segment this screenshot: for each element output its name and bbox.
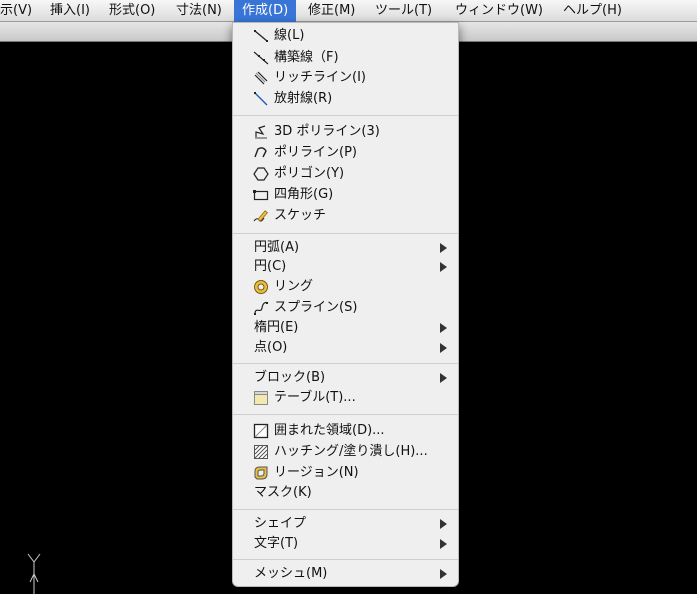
submenu-arrow-icon (440, 243, 447, 253)
construction-line-icon (253, 51, 269, 65)
menu-item-label: ポリゴン(Y) (274, 166, 345, 181)
menu-item-label: 点(O) (254, 340, 288, 355)
menu-item-polyline[interactable]: ポリライン(P) (233, 143, 458, 163)
menu-item-label: 楕円(E) (254, 320, 299, 335)
menu-item-3d-polyline[interactable]: 3D ポリライン(3) (233, 122, 458, 142)
ray-icon (254, 92, 268, 106)
menu-item-region[interactable]: リージョン(N) (233, 463, 458, 483)
menu-item-label: 四角形(G) (274, 187, 334, 202)
menu-item-circle[interactable]: 円(C) (233, 257, 458, 277)
menu-item-label: リージョン(N) (274, 465, 359, 480)
menu-tools[interactable]: ツール(T) (367, 0, 440, 22)
menu-item-label: 線(L) (274, 28, 305, 43)
menu-item-ellipse[interactable]: 楕円(E) (233, 318, 458, 338)
polygon-icon (253, 167, 269, 181)
submenu-arrow-icon (440, 569, 447, 579)
polyline-icon (254, 147, 267, 158)
menu-item-table[interactable]: テーブル(T)... (233, 388, 458, 408)
sketch-icon (253, 210, 268, 222)
menu-item-point[interactable]: 点(O) (233, 338, 458, 358)
hatch-icon (254, 445, 268, 459)
menu-item-label: ポリライン(P) (274, 145, 357, 160)
menu-item-polygon[interactable]: ポリゴン(Y) (233, 164, 458, 184)
menu-item-label: 構築線（F) (274, 50, 339, 65)
menu-item-boundary[interactable]: 囲まれた領域(D)... (233, 421, 458, 441)
menu-item-label: テーブル(T)... (274, 390, 356, 405)
menu-item-label: 文字(T) (254, 536, 299, 551)
menu-item-hatch[interactable]: ハッチング/塗り潰し(H)... (233, 442, 458, 462)
menu-dimension[interactable]: 寸法(N) (168, 0, 230, 22)
submenu-arrow-icon (440, 343, 447, 353)
menu-item-label: ブロック(B) (254, 370, 326, 385)
menu-item-donut[interactable]: リング (233, 277, 458, 297)
menu-help[interactable]: ヘルプ(H) (555, 0, 630, 22)
submenu-arrow-icon (440, 262, 447, 272)
menu-item-mesh[interactable]: メッシュ(M) (233, 564, 458, 584)
menu-item-rectangle[interactable]: 四角形(G) (233, 185, 458, 205)
submenu-arrow-icon (440, 373, 447, 383)
menu-separator (233, 414, 458, 415)
menu-format[interactable]: 形式(O) (101, 0, 163, 22)
menu-item-sketch[interactable]: スケッチ (233, 206, 458, 226)
menu-separator (233, 559, 458, 560)
draw-menu-dropdown: 線(L) 構築線（F) リッチライン(I) 放射線(R) 3D ポリライン(3)… (232, 22, 459, 587)
menu-item-ray[interactable]: 放射線(R) (233, 89, 458, 109)
menu-window[interactable]: ウィンドウ(W) (447, 0, 551, 22)
menu-item-construction-line[interactable]: 構築線（F) (233, 48, 458, 68)
rectangle-icon (253, 190, 269, 201)
submenu-arrow-icon (440, 519, 447, 529)
menu-separator (233, 509, 458, 510)
menu-modify[interactable]: 修正(M) (300, 0, 363, 22)
menu-item-line[interactable]: 線(L) (233, 26, 458, 46)
menu-item-label: スケッチ (274, 208, 327, 223)
menu-separator (233, 115, 458, 116)
menu-item-label: メッシュ(M) (254, 566, 328, 581)
donut-icon (254, 280, 268, 294)
table-icon (254, 391, 268, 405)
spline-icon (254, 301, 269, 315)
ucs-icon (27, 553, 41, 594)
menu-item-multiline[interactable]: リッチライン(I) (233, 68, 458, 88)
menu-item-label: 囲まれた領域(D)... (274, 423, 385, 438)
menu-item-label: マスク(K) (254, 485, 312, 500)
menu-item-label: 放射線(R) (274, 91, 333, 106)
menu-bar: 示(V) 挿入(I) 形式(O) 寸法(N) 作成(D) 修正(M) ツール(T… (0, 0, 697, 22)
menu-item-mask[interactable]: マスク(K) (233, 483, 458, 503)
menu-item-label: 円(C) (254, 259, 287, 274)
3d-polyline-icon (255, 125, 267, 139)
menu-item-block[interactable]: ブロック(B) (233, 368, 458, 388)
submenu-arrow-icon (440, 539, 447, 549)
menu-insert[interactable]: 挿入(I) (42, 0, 98, 22)
menu-item-label: スプライン(S) (274, 300, 358, 315)
submenu-arrow-icon (440, 323, 447, 333)
menu-item-arc[interactable]: 円弧(A) (233, 238, 458, 258)
menu-separator (233, 363, 458, 364)
menu-item-spline[interactable]: スプライン(S) (233, 298, 458, 318)
menu-item-label: 円弧(A) (254, 240, 300, 255)
menu-item-shape[interactable]: シェイプ (233, 514, 458, 534)
menu-item-text[interactable]: 文字(T) (233, 534, 458, 554)
menu-draw[interactable]: 作成(D) (234, 0, 297, 22)
menu-item-label: ハッチング/塗り潰し(H)... (274, 444, 428, 459)
multiline-icon (254, 71, 268, 85)
menu-view[interactable]: 示(V) (0, 0, 40, 22)
menu-item-label: シェイプ (254, 516, 307, 531)
menu-item-label: 3D ポリライン(3) (274, 124, 380, 139)
menu-item-label: リング (274, 279, 314, 294)
boundary-icon (253, 423, 269, 439)
menu-item-label: リッチライン(I) (274, 70, 366, 85)
menu-separator (233, 233, 458, 234)
region-icon (254, 466, 268, 480)
line-icon (254, 30, 268, 42)
